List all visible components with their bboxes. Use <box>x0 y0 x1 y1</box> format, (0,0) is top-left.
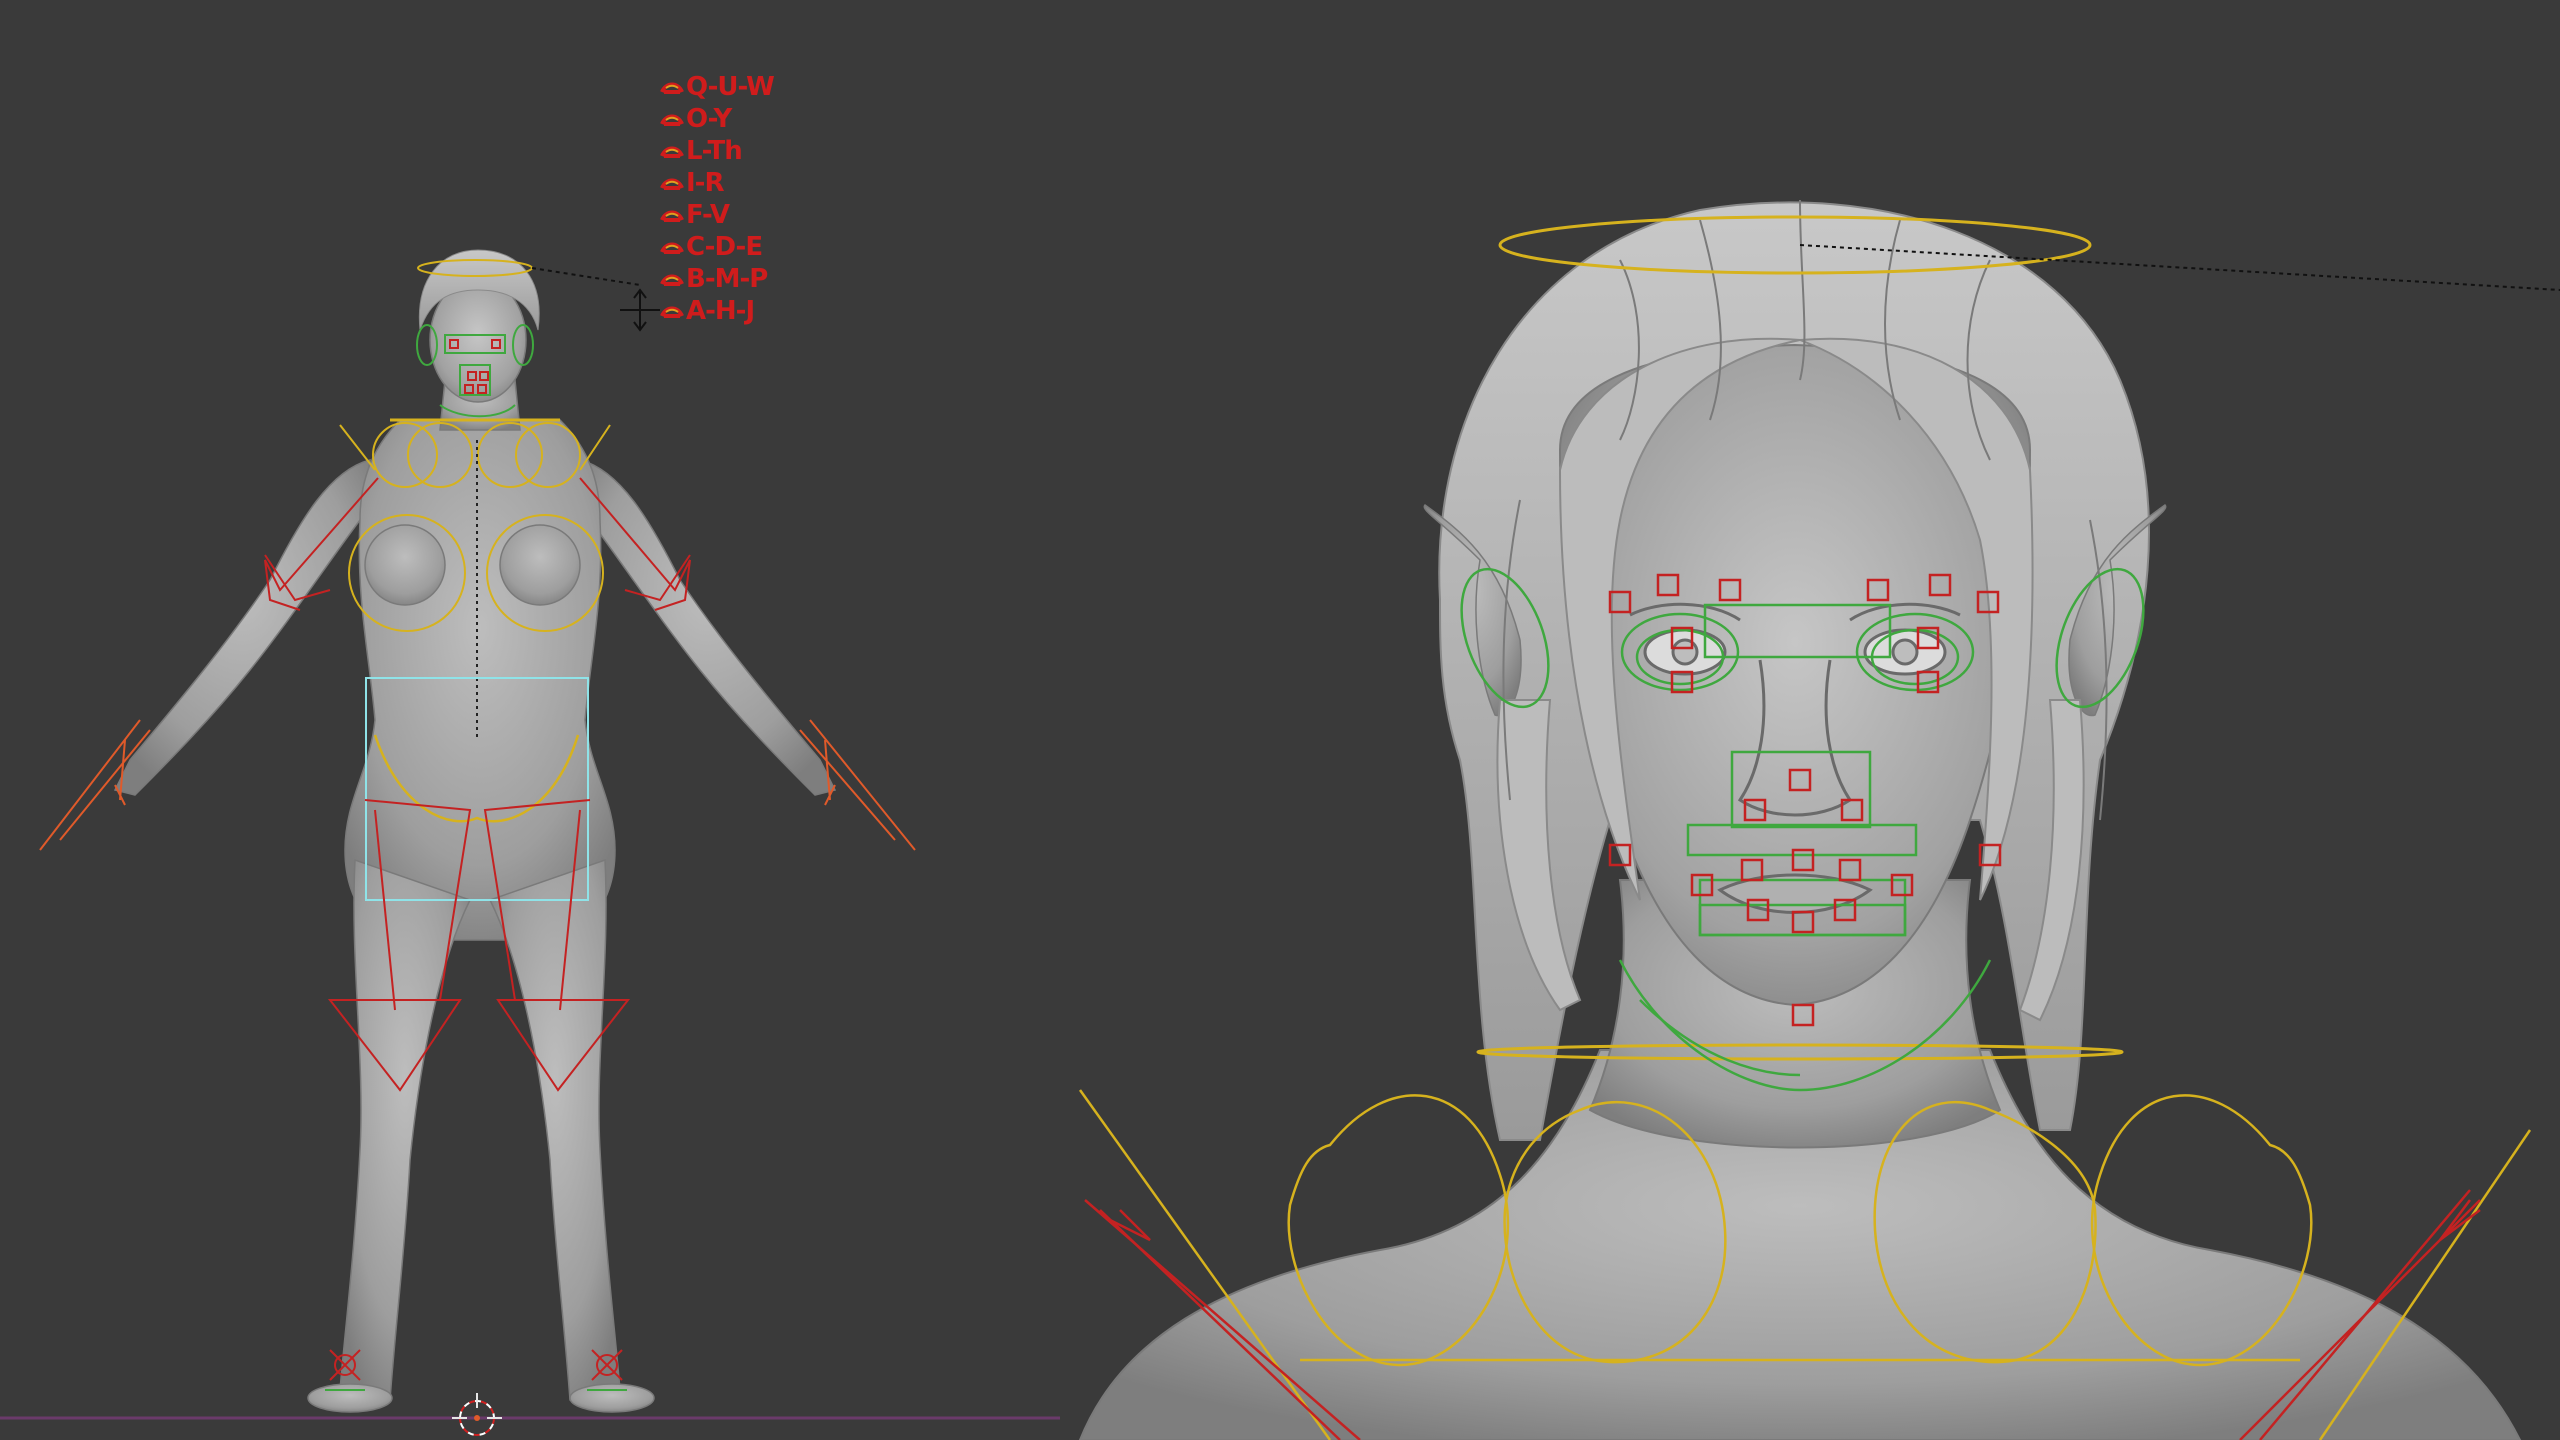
viseme-panel[interactable]: Q-U-W O-Y L-Th I-R F-V C-D-E B-M-P A-H-J <box>660 72 775 326</box>
3d-cursor-icon[interactable] <box>452 1393 502 1436</box>
viseme-label: F-V <box>686 200 730 230</box>
viewport-scene[interactable]: Q-U-W O-Y L-Th I-R F-V C-D-E B-M-P A-H-J <box>0 0 2560 1440</box>
3d-viewport[interactable]: Q-U-W O-Y L-Th I-R F-V C-D-E B-M-P A-H-J <box>0 0 2560 1440</box>
viseme-item[interactable]: Q-U-W <box>660 72 775 102</box>
viseme-item[interactable]: A-H-J <box>660 296 755 326</box>
parent-relation-line <box>531 267 641 286</box>
head-closeup[interactable] <box>1078 199 2560 1440</box>
viseme-item[interactable]: B-M-P <box>660 264 768 294</box>
body-mesh[interactable] <box>113 277 837 1413</box>
viseme-label: B-M-P <box>686 264 767 294</box>
viseme-label: Q-U-W <box>686 72 774 102</box>
viseme-item[interactable]: F-V <box>660 200 731 230</box>
viseme-item[interactable]: C-D-E <box>660 232 763 262</box>
viseme-label: L-Th <box>686 136 742 166</box>
viseme-label: A-H-J <box>686 296 754 326</box>
viseme-item[interactable]: L-Th <box>660 136 743 166</box>
viseme-item[interactable]: I-R <box>660 168 725 198</box>
viseme-label: O-Y <box>686 104 734 134</box>
viseme-item[interactable]: O-Y <box>660 104 735 134</box>
full-body-character[interactable] <box>0 249 1060 1436</box>
viseme-label: I-R <box>686 168 724 198</box>
viseme-label: C-D-E <box>686 232 762 262</box>
move-cursor-icon <box>620 288 660 332</box>
